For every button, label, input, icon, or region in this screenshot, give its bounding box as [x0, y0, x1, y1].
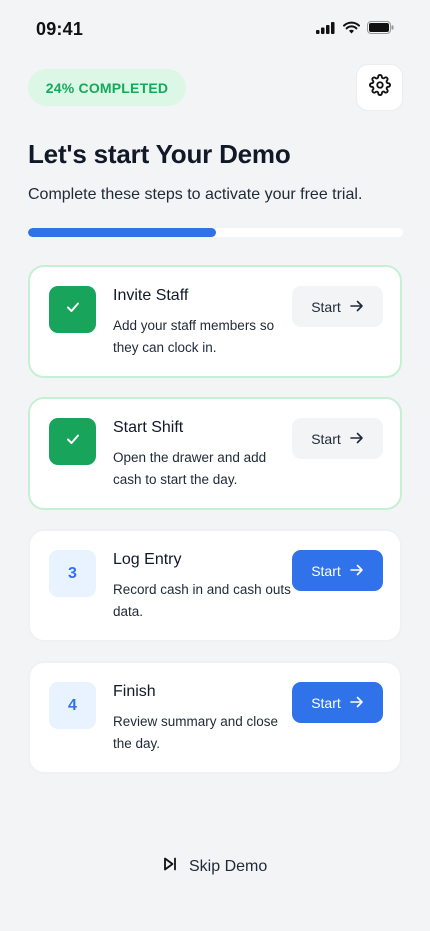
gear-icon	[368, 74, 391, 101]
progress-bar	[28, 228, 403, 237]
skip-demo-button[interactable]: Skip Demo	[163, 857, 267, 876]
arrow-right-icon	[349, 695, 364, 711]
page-subtitle: Complete these steps to activate your fr…	[28, 186, 363, 203]
status-bar: 09:41	[0, 0, 430, 60]
step-title: Start Shift	[113, 419, 184, 436]
step-description: Review summary and close the day.	[113, 714, 279, 751]
progress-badge: 24% COMPLETED	[28, 69, 186, 106]
progress-bar-fill	[28, 228, 216, 237]
progress-label: 24% COMPLETED	[45, 79, 169, 96]
start-button[interactable]: Start	[292, 418, 383, 459]
skip-forward-icon	[163, 857, 177, 876]
start-button-label: Start	[311, 562, 341, 579]
signal-icon	[316, 21, 336, 39]
check-icon	[65, 299, 81, 320]
start-button-label: Start	[311, 430, 341, 447]
step-status-badge	[49, 286, 96, 333]
step-title: Finish	[113, 683, 156, 700]
status-icons	[316, 21, 394, 39]
step-number-badge: 3	[49, 550, 96, 597]
step-title: Invite Staff	[113, 287, 189, 304]
start-button-label: Start	[311, 298, 341, 315]
step-number-badge: 4	[49, 682, 96, 729]
step-card-invite-staff: Invite Staff Add your staff members so t…	[28, 265, 402, 378]
step-description: Record cash in and cash outs data.	[113, 582, 291, 619]
skip-demo-label: Skip Demo	[189, 857, 268, 875]
start-button[interactable]: Start	[292, 682, 383, 723]
check-icon	[65, 431, 81, 452]
settings-button[interactable]	[356, 64, 403, 111]
step-card-log-entry: 3 Log Entry Record cash in and cash outs…	[28, 529, 402, 642]
step-card-start-shift: Start Shift Open the drawer and add cash…	[28, 397, 402, 510]
step-title: Log Entry	[113, 551, 182, 568]
battery-icon	[367, 21, 394, 39]
arrow-right-icon	[349, 299, 364, 315]
step-description: Add your staff members so they can clock…	[113, 318, 275, 355]
arrow-right-icon	[349, 563, 364, 579]
arrow-right-icon	[349, 431, 364, 447]
start-button-label: Start	[311, 694, 341, 711]
page-title: Let's start Your Demo	[28, 139, 291, 169]
start-button[interactable]: Start	[292, 550, 383, 591]
step-status-badge	[49, 418, 96, 465]
step-description: Open the drawer and add cash to start th…	[113, 450, 267, 487]
step-card-finish: 4 Finish Review summary and close the da…	[28, 661, 402, 774]
wifi-icon	[343, 21, 360, 39]
start-button[interactable]: Start	[292, 286, 383, 327]
status-time: 09:41	[36, 19, 84, 39]
